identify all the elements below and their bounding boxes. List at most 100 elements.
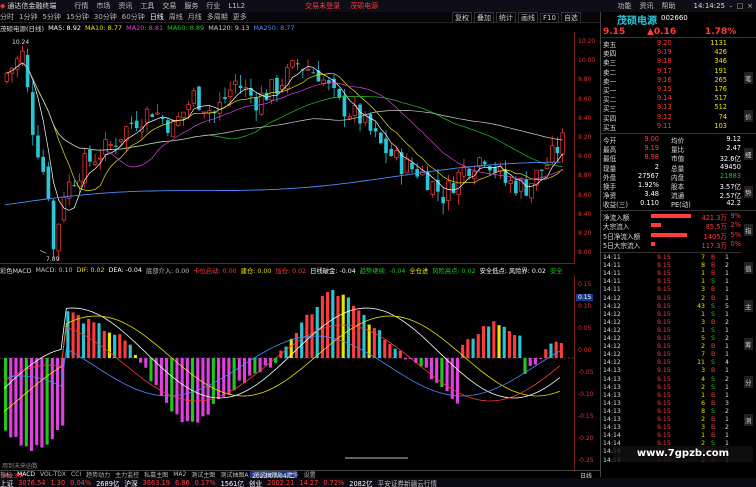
chart-tool-button[interactable]: 叠加 — [474, 12, 494, 23]
candle-body — [410, 162, 414, 170]
macd-tick: -0.05 — [578, 369, 594, 376]
trade-login-status[interactable]: 交易未登录 — [305, 1, 340, 11]
period-tab[interactable]: 日线 — [150, 12, 164, 22]
macd-chart[interactable]: 用到未来函数 — [0, 275, 575, 472]
indicator-tab[interactable]: 私募主图 — [144, 470, 168, 479]
period-tab[interactable]: 5分钟 — [42, 12, 60, 22]
indicator-tab[interactable]: MACD — [17, 471, 35, 478]
indicator-tab[interactable]: 更多 — [287, 470, 299, 479]
indicator-title[interactable]: 彩色MACD — [0, 266, 31, 275]
indicator-tab[interactable]: MA2 — [173, 471, 186, 478]
order-book-row[interactable]: 买五 9.11 103 — [601, 122, 756, 132]
side-tab[interactable]: 主 — [744, 300, 753, 312]
side-tab[interactable]: 细 — [744, 148, 753, 160]
menu-item[interactable]: 行情 — [74, 1, 88, 11]
tick-time: 14:11 — [603, 278, 621, 286]
side-tab[interactable]: 测 — [744, 414, 753, 426]
menu-item[interactable]: L1L2 — [228, 2, 245, 10]
period-tab[interactable]: 30分钟 — [94, 12, 117, 22]
tick-time: 14:12 — [603, 302, 621, 310]
ma-line — [6, 62, 563, 151]
menu-item[interactable]: 资讯 — [640, 1, 654, 11]
chart-tool-button[interactable]: 自选 — [560, 12, 581, 23]
period-tab[interactable]: 分时 — [0, 12, 14, 22]
quote-header: 茂硕电源 002660 — [601, 12, 756, 27]
candle-body — [550, 145, 555, 163]
side-tab[interactable]: 势 — [744, 186, 753, 198]
candle-body — [217, 101, 222, 114]
maximize-icon[interactable]: □ — [737, 2, 744, 10]
order-book-row[interactable]: 买三 9.13 512 — [601, 103, 756, 113]
period-tab[interactable]: 1分钟 — [19, 12, 37, 22]
order-book-row[interactable]: 卖二 9.17 191 — [601, 67, 756, 77]
side-tab[interactable]: 筹 — [744, 338, 753, 350]
period-tab[interactable]: 多周期 — [207, 12, 228, 22]
tick-volume: 3 — [701, 367, 705, 375]
side-tab[interactable]: 笔 — [744, 72, 753, 84]
order-book-row[interactable]: 买四 9.12 74 — [601, 113, 756, 123]
indicator-tab[interactable]: 主力监控 — [115, 470, 139, 479]
macd-marker: 0.15 — [576, 294, 594, 301]
period-tab[interactable]: 15分钟 — [66, 12, 89, 22]
kline-chart[interactable]: 10.24 7.89 — [0, 32, 575, 264]
side-tab[interactable]: 价 — [744, 110, 753, 122]
menu-item[interactable]: 帮助 — [662, 1, 676, 11]
tick-time: 14:12 — [603, 359, 621, 367]
indicator-tab[interactable]: CCI — [71, 471, 81, 478]
side-tab[interactable]: 指 — [744, 224, 753, 236]
indicator-tab[interactable]: 设置 — [304, 470, 316, 479]
chart-tool-button[interactable]: F10 — [540, 12, 559, 23]
order-book-row[interactable]: 买二 9.14 517 — [601, 94, 756, 104]
menu-item[interactable]: 功能 — [618, 1, 632, 11]
indicator-tab[interactable]: VOL-TDX — [40, 471, 66, 478]
flow-bar — [651, 214, 691, 218]
flow-row: 5日大宗流入 117.3万 0% — [601, 240, 756, 251]
indicator-tab[interactable]: 测试抽图A — [220, 470, 248, 479]
macd-bar — [253, 358, 257, 374]
side-tab[interactable]: 分 — [744, 376, 753, 388]
flow-pct: 9% — [730, 212, 741, 220]
close-icon[interactable]: × — [747, 2, 753, 10]
tick-volume: 7 — [701, 351, 705, 359]
tick-count: 2 — [725, 262, 729, 270]
menu-item[interactable]: 服务 — [184, 1, 198, 11]
tick-volume: 8 — [701, 262, 705, 270]
period-tab[interactable]: 60分钟 — [122, 12, 145, 22]
status-item: 2689亿 — [96, 479, 120, 487]
stat-label: 收益(三) — [603, 201, 628, 210]
status-item: 沪深 — [124, 479, 138, 487]
chart-tool-button[interactable]: 统计 — [496, 12, 516, 23]
stock-name-tab[interactable]: 茂硕电源 — [350, 1, 378, 11]
order-book-row[interactable]: 卖五 9.20 1131 — [601, 39, 756, 49]
flow-pct: 2% — [730, 221, 741, 230]
order-book-row[interactable]: 卖一 9.16 265 — [601, 76, 756, 86]
order-book-row[interactable]: 卖三 9.18 346 — [601, 57, 756, 67]
order-book-row[interactable]: 卖四 9.19 426 — [601, 48, 756, 58]
menu-item[interactable]: 行业 — [206, 1, 220, 11]
candle-body — [118, 139, 124, 142]
macd-bar — [227, 358, 231, 395]
menu-item[interactable]: 交易 — [162, 1, 176, 11]
menu-item[interactable]: 资讯 — [118, 1, 132, 11]
candle-body — [441, 197, 445, 204]
indicator-tab[interactable]: 测试抽图B — [253, 470, 281, 479]
tick-count: 1 — [725, 391, 729, 399]
indicator-value: 底部介入: 0.00 — [145, 267, 190, 275]
indicator-tab[interactable]: 测试主图 — [191, 470, 215, 479]
candle-body — [290, 60, 295, 68]
chart-tool-button[interactable]: 复权 — [452, 12, 472, 23]
chart-tool-button[interactable]: 画线 — [518, 12, 538, 23]
indicator-tab[interactable]: 趋势动力 — [86, 470, 110, 479]
macd-bar — [559, 343, 563, 358]
tick-list[interactable]: 14:11 9.15 7 B 1 14:11 9.15 8 B 2 14:11 9.15 1 B 1 14:1… — [601, 252, 741, 472]
minimize-icon[interactable]: – — [729, 2, 733, 10]
period-tab[interactable]: 周线 — [169, 12, 183, 22]
order-book-row[interactable]: 买一 9.15 176 — [601, 85, 756, 95]
period-tab[interactable]: 月线 — [188, 12, 202, 22]
side-tab[interactable]: 值 — [744, 262, 753, 274]
indicator-tab[interactable]: 指标 — [0, 470, 12, 479]
menu-item[interactable]: 工具 — [140, 1, 154, 11]
flow-value: 117.3万 — [701, 242, 727, 251]
period-tab[interactable]: 更多 — [233, 12, 247, 22]
menu-item[interactable]: 市场 — [96, 1, 110, 11]
